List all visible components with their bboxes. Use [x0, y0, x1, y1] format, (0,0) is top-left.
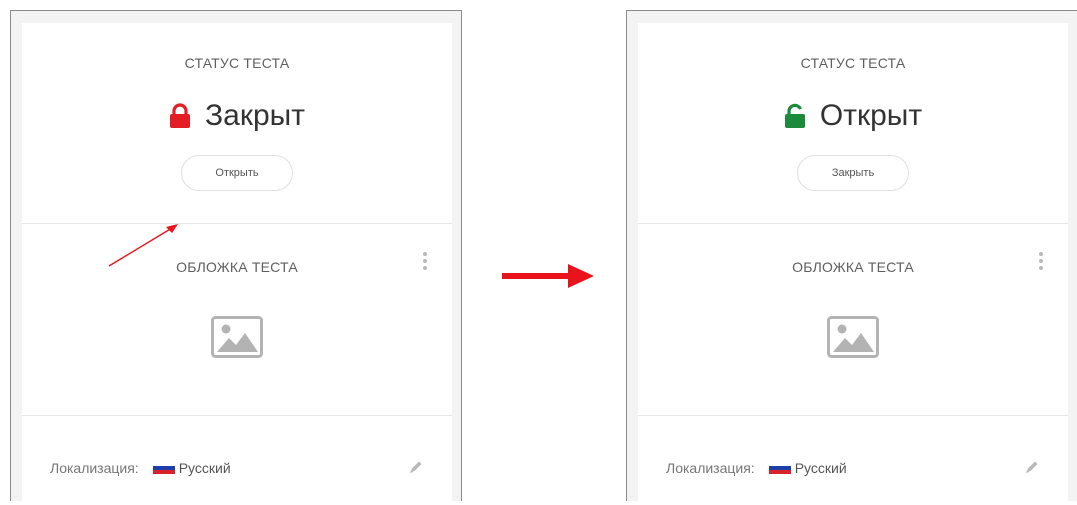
right-arrow-icon: [502, 264, 594, 288]
test-state: Открыт: [638, 99, 1068, 133]
language-value: Русский: [794, 460, 847, 476]
test-state-label: Закрыт: [205, 99, 305, 132]
kebab-menu-icon[interactable]: [422, 252, 428, 270]
close-test-button[interactable]: Закрыть: [797, 155, 909, 191]
test-cover-section: ОБЛОЖКА ТЕСТА: [22, 224, 452, 416]
test-state: Закрыт: [22, 99, 452, 133]
localization-label: Локализация:: [666, 460, 755, 476]
localization-row: Локализация: Русский: [50, 460, 424, 476]
localization-section: Локализация: Русский: [22, 416, 452, 501]
status-section-title: СТАТУС ТЕСТА: [184, 55, 290, 71]
russian-flag-icon: [768, 461, 791, 475]
cover-section-title: ОБЛОЖКА ТЕСТА: [176, 259, 298, 275]
lock-closed-icon: [170, 103, 191, 128]
test-state-label: Открыт: [819, 99, 923, 132]
test-cover-section: ОБЛОЖКА ТЕСТА: [638, 224, 1068, 416]
test-settings-card: СТАТУС ТЕСТА Закрыт Открыть ОБЛОЖКА ТЕСТ…: [22, 23, 452, 501]
lock-open-icon: [784, 103, 805, 128]
cover-section-title: ОБЛОЖКА ТЕСТА: [792, 259, 914, 275]
open-test-button[interactable]: Открыть: [181, 155, 293, 191]
language-value: Русский: [178, 460, 231, 476]
localization-section: Локализация: Русский: [638, 416, 1068, 501]
test-status-section: СТАТУС ТЕСТА Открыт Закрыть: [638, 23, 1068, 224]
screenshot-before: СТАТУС ТЕСТА Закрыт Открыть ОБЛОЖКА ТЕСТ…: [10, 10, 462, 501]
kebab-menu-icon[interactable]: [1038, 252, 1044, 270]
test-settings-card: СТАТУС ТЕСТА Открыт Закрыть ОБЛОЖКА ТЕСТ…: [638, 23, 1068, 501]
test-status-section: СТАТУС ТЕСТА Закрыт Открыть: [22, 23, 452, 224]
localization-label: Локализация:: [50, 460, 139, 476]
pencil-icon[interactable]: [1024, 459, 1040, 475]
screenshot-after: СТАТУС ТЕСТА Открыт Закрыть ОБЛОЖКА ТЕСТ…: [626, 10, 1077, 501]
image-placeholder-icon[interactable]: [827, 316, 879, 358]
annotation-arrow: [108, 224, 178, 267]
localization-row: Локализация: Русский: [666, 460, 1040, 476]
russian-flag-icon: [152, 461, 175, 475]
pencil-icon[interactable]: [408, 459, 424, 475]
status-section-title: СТАТУС ТЕСТА: [800, 55, 906, 71]
image-placeholder-icon[interactable]: [211, 316, 263, 358]
